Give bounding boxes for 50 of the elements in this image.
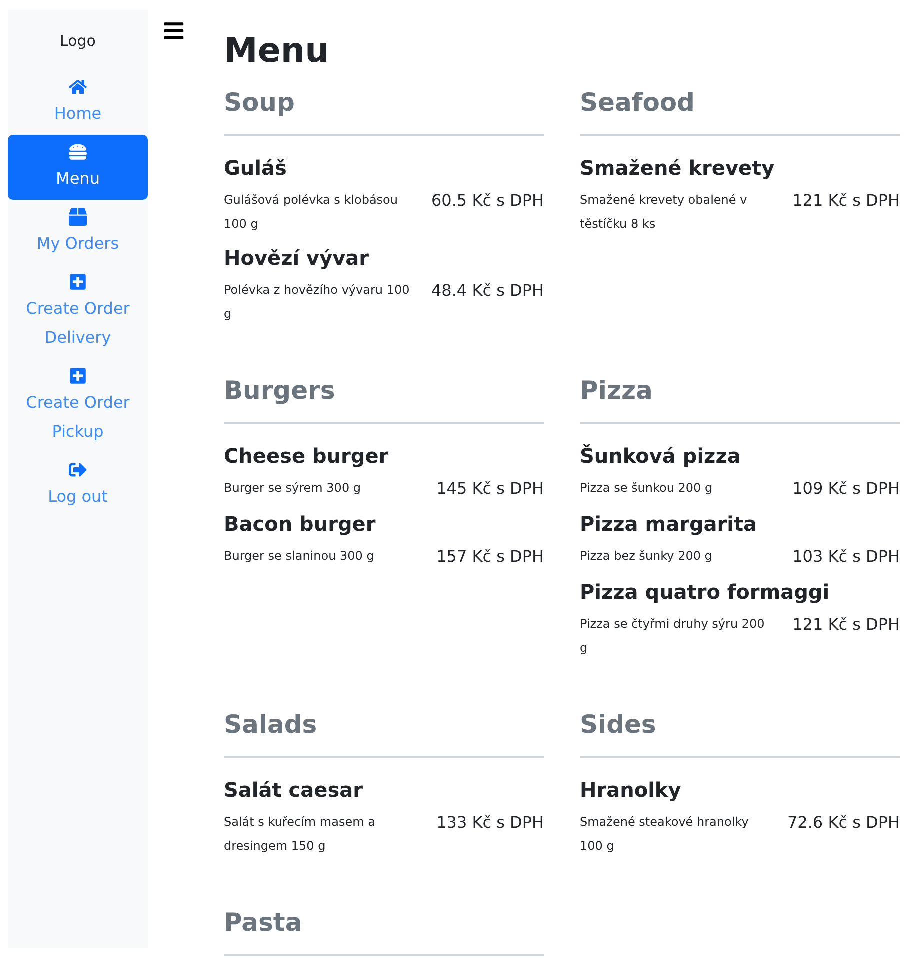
dish-price: 121 Kč s DPH: [792, 614, 900, 636]
dish-description: Smažené steakové hranolky 100 g: [580, 814, 750, 855]
logo: Logo: [60, 32, 96, 50]
dish-name: Bacon burger: [224, 511, 377, 538]
dish-price: 60.5 Kč s DPH: [431, 190, 544, 212]
burger-icon: [69, 143, 87, 161]
dish-description: Burger se slaninou 300 g: [224, 548, 374, 565]
sign-out-icon: [69, 461, 87, 479]
dish-description: Smažené krevety obalené v těstíčku 8 ks: [580, 192, 748, 233]
dish-name: Salát caesar: [224, 777, 364, 804]
nav-item[interactable]: Home: [8, 70, 148, 135]
dish-description: Pizza se šunkou 200 g: [580, 480, 713, 497]
dish-name: Hranolky: [580, 777, 682, 804]
category-heading: Pasta: [224, 907, 304, 939]
category-heading: Sides: [580, 709, 658, 741]
nav-item[interactable]: Create Order Pickup: [8, 359, 148, 453]
dish-name: Pizza margarita: [580, 511, 758, 538]
dish-description: Salát s kuřecím masem a dresingem 150 g: [224, 814, 376, 855]
dish-price: 109 Kč s DPH: [792, 478, 900, 500]
dish-price: 103 Kč s DPH: [792, 546, 900, 568]
category-heading: Salads: [224, 709, 318, 741]
dish-description: Pizza se čtyřmi druhy sýru 200 g: [580, 616, 766, 657]
dish-price: 157 Kč s DPH: [436, 546, 544, 568]
box-icon: [69, 208, 87, 226]
category-heading: Pizza: [580, 375, 654, 407]
nav-item[interactable]: Menu: [8, 135, 148, 200]
dish-description: Burger se sýrem 300 g: [224, 480, 362, 497]
home-icon: [69, 78, 87, 96]
nav-item[interactable]: My Orders: [8, 200, 148, 265]
dish-name: Pizza quatro formaggi: [580, 579, 831, 606]
dish-price: 133 Kč s DPH: [436, 812, 544, 834]
dish-price: 72.6 Kč s DPH: [787, 812, 900, 834]
dish-name: Šunková pizza: [580, 443, 742, 470]
dish-name: Hovězí vývar: [224, 245, 370, 272]
dish-name: Cheese burger: [224, 443, 390, 470]
nav-item[interactable]: Log out: [8, 453, 148, 518]
dish-name: Guláš: [224, 155, 288, 182]
dish-name: Smažené krevety: [580, 155, 776, 182]
category-heading: Burgers: [224, 375, 336, 407]
category-heading: Soup: [224, 87, 296, 119]
nav-item[interactable]: Create Order Delivery: [8, 265, 148, 359]
category-heading: Seafood: [580, 87, 696, 119]
dish-price: 145 Kč s DPH: [436, 478, 544, 500]
dish-description: Gulášová polévka s klobásou 100 g: [224, 192, 399, 233]
menu-button[interactable]: [162, 20, 186, 42]
dish-description: Polévka z hovězího vývaru 100 g: [224, 282, 411, 323]
dish-description: Pizza bez šunky 200 g: [580, 548, 712, 565]
page-title: Menu: [224, 30, 330, 73]
dish-price: 48.4 Kč s DPH: [431, 280, 544, 302]
dish-price: 121 Kč s DPH: [792, 190, 900, 212]
